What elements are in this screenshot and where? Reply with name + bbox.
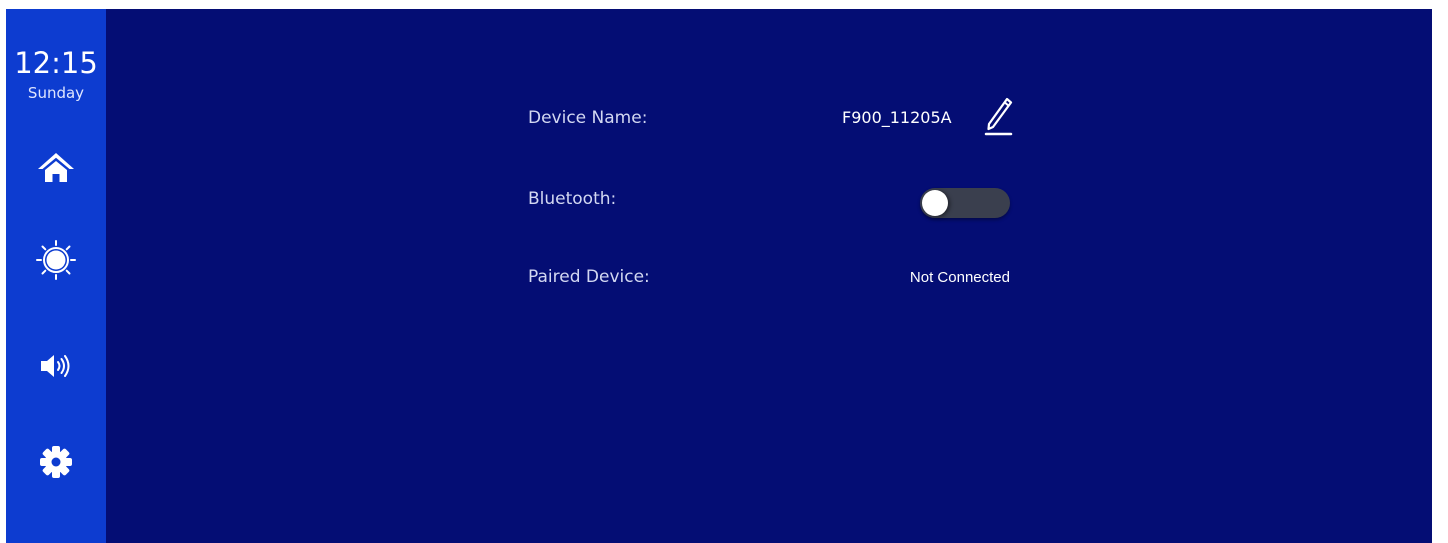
- clock-time: 12:15: [14, 46, 98, 80]
- home-button[interactable]: [31, 142, 81, 192]
- bluetooth-settings-screen: 12:15 Sunday Device Name: F900_11205A Bl…: [6, 9, 1432, 543]
- sidebar: 12:15 Sunday: [6, 9, 106, 543]
- device-name-label: Device Name:: [528, 108, 648, 128]
- edit-device-name-button[interactable]: [980, 96, 1016, 138]
- volume-button[interactable]: [31, 341, 81, 391]
- pencil-icon: [984, 97, 1013, 136]
- brightness-icon: [36, 240, 76, 280]
- paired-device-status: Not Connected: [909, 269, 1010, 286]
- volume-icon: [41, 355, 70, 377]
- bluetooth-toggle[interactable]: [920, 188, 1010, 218]
- settings-button[interactable]: [31, 437, 81, 487]
- brightness-button[interactable]: [31, 235, 81, 285]
- device-name-value: F900_11205A: [842, 108, 952, 127]
- toggle-knob: [922, 190, 948, 216]
- bluetooth-label: Bluetooth:: [528, 189, 617, 209]
- clock-day: Sunday: [27, 84, 85, 102]
- paired-device-label: Paired Device:: [528, 267, 650, 287]
- gear-icon: [40, 446, 72, 478]
- home-icon: [38, 153, 74, 182]
